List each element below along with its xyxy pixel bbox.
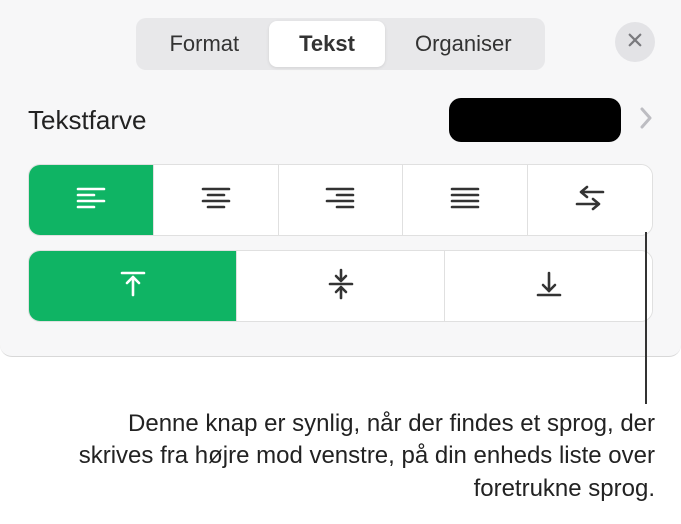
align-right-icon: [323, 181, 357, 220]
tab-bar: Format Tekst Organiser: [0, 0, 681, 84]
callout-text: Denne knap er synlig, når der findes et …: [60, 408, 655, 505]
align-left-icon: [74, 181, 108, 220]
callout-leader-line: [645, 232, 647, 404]
align-center-button[interactable]: [154, 165, 279, 235]
align-justify-icon: [448, 181, 482, 220]
text-color-disclosure[interactable]: [639, 106, 653, 135]
horizontal-alignment-row: [28, 164, 653, 236]
rtl-direction-button[interactable]: [528, 165, 652, 235]
alignment-section: [0, 164, 681, 322]
valign-bottom-icon: [532, 267, 566, 306]
valign-top-icon: [116, 267, 150, 306]
valign-middle-icon: [324, 267, 358, 306]
tab-group: Format Tekst Organiser: [136, 18, 544, 70]
align-center-icon: [199, 181, 233, 220]
tab-organiser[interactable]: Organiser: [385, 21, 542, 67]
rtl-direction-icon: [573, 181, 607, 220]
text-color-swatch[interactable]: [449, 98, 621, 142]
align-right-button[interactable]: [279, 165, 404, 235]
align-left-button[interactable]: [29, 165, 154, 235]
text-format-panel: Format Tekst Organiser Tekstfarve: [0, 0, 681, 357]
align-justify-button[interactable]: [403, 165, 528, 235]
vertical-alignment-row: [28, 250, 653, 322]
close-button[interactable]: [615, 22, 655, 62]
valign-bottom-button[interactable]: [445, 251, 652, 321]
tab-format[interactable]: Format: [139, 21, 269, 67]
chevron-right-icon: [639, 117, 653, 134]
close-icon: [626, 31, 644, 54]
text-color-row: Tekstfarve: [0, 84, 681, 164]
text-color-label: Tekstfarve: [28, 105, 449, 136]
valign-top-button[interactable]: [29, 251, 237, 321]
tab-tekst[interactable]: Tekst: [269, 21, 385, 67]
valign-middle-button[interactable]: [237, 251, 445, 321]
